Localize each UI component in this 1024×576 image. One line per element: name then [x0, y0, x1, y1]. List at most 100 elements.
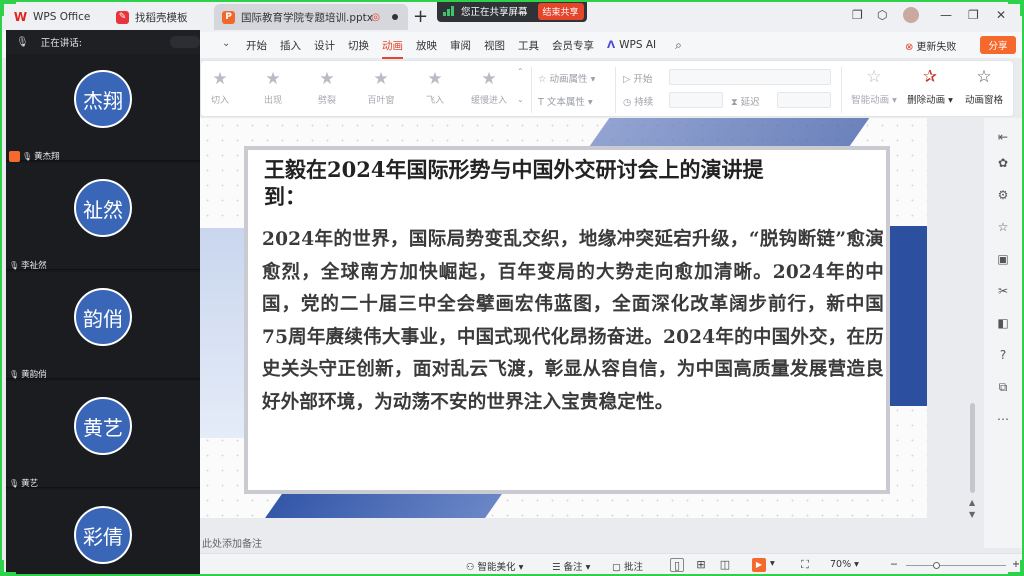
start-select[interactable] — [669, 69, 831, 85]
notes-button[interactable]: ☰ 备注 ▾ — [552, 559, 590, 573]
stop-share-button[interactable]: 结束共享 — [537, 2, 584, 20]
chevron-down-icon[interactable]: ⌄ — [222, 38, 230, 49]
anim-props-button[interactable]: ☆ 动画属性 ▾ — [538, 71, 595, 85]
scroll-up-icon[interactable]: ▲ — [969, 498, 975, 507]
menu-slideshow[interactable]: 放映 — [416, 38, 437, 53]
unsaved-icon: ◎ — [371, 11, 380, 23]
anim-cut-in[interactable]: ★ 切入 — [195, 69, 245, 106]
restore-icon[interactable]: ❐ — [968, 8, 979, 22]
play-slideshow-icon[interactable]: ▶ — [752, 558, 766, 572]
beautify-label: 智能美化 — [477, 562, 516, 573]
anim-fly-in[interactable]: ★ 飞入 — [410, 69, 460, 106]
play-circle-icon: ▷ — [623, 74, 631, 85]
normal-view-icon[interactable]: ▯ — [670, 558, 684, 572]
share-button[interactable]: 分享 — [980, 36, 1016, 54]
slide[interactable]: 王毅在2024年国际形势与中国外交研讨会上的演讲提到： 2024年的世界，国际局… — [200, 118, 927, 518]
menu-animation[interactable]: 动画 — [382, 38, 403, 59]
tab-wps-office[interactable]: W WPS Office — [6, 4, 106, 30]
reading-view-icon[interactable]: ◫ — [718, 558, 732, 572]
notes-icon: ☰ — [552, 562, 564, 573]
participant-tile[interactable]: 杰翔 🎙 黄杰翔 — [6, 54, 200, 162]
collapse-panel-icon[interactable]: ⇤ — [994, 128, 1012, 146]
scroll-thumb[interactable] — [970, 403, 975, 493]
anim-split[interactable]: ★ 劈裂 — [302, 69, 352, 106]
duration-label-text: 持续 — [634, 97, 654, 108]
scroll-down-icon[interactable]: ▼ — [969, 510, 975, 519]
tab-presentation[interactable]: P 国际教育学院专题培训.pptx ◎ — [214, 4, 408, 30]
duration-label: ◷ 持续 — [623, 94, 653, 108]
participant-tile[interactable]: 祉然 🎙 李祉然 — [6, 163, 200, 272]
tab-docer-templates[interactable]: ✎ 找稻壳模板 — [108, 4, 212, 30]
sync-status[interactable]: ⊗ 更新失败 — [905, 38, 956, 53]
anim-blinds[interactable]: ★ 百叶窗 — [356, 69, 406, 106]
comment-button[interactable]: ▢ 批注 — [612, 559, 643, 573]
participant-avatar: 彩倩 — [74, 506, 132, 564]
image-icon[interactable]: ▣ — [994, 250, 1012, 268]
menu-view[interactable]: 视图 — [484, 38, 505, 53]
user-avatar[interactable] — [903, 7, 919, 23]
participant-tile[interactable]: 彩倩 — [6, 490, 200, 576]
menu-home[interactable]: 开始 — [246, 38, 267, 53]
participant-tile[interactable]: 韵俏 🎙 黄韵俏 — [6, 272, 200, 381]
wps-ai-button[interactable]: ᐱ WPS AI — [607, 39, 656, 51]
animation-pane-button[interactable]: ☆ 动画窗格 — [953, 67, 1015, 106]
search-icon[interactable]: ⌕ — [675, 38, 682, 53]
slide-text-box[interactable]: 王毅在2024年国际形势与中国外交研讨会上的演讲提到： 2024年的世界，国际局… — [244, 146, 890, 494]
zoom-slider[interactable] — [906, 562, 1006, 569]
divider — [841, 67, 842, 113]
star-icon: ★ — [427, 69, 443, 89]
package-icon[interactable]: ⬡ — [877, 8, 887, 22]
participant-name: 🎙 黄韵俏 — [9, 368, 47, 381]
anim-appear[interactable]: ★ 出现 — [248, 69, 298, 106]
chevron-down-icon[interactable]: ▾ — [770, 558, 775, 569]
slide-sorter-icon[interactable]: ⊞ — [694, 558, 708, 572]
slide-title[interactable]: 王毅在2024年国际形势与中国外交研讨会上的演讲提到： — [264, 156, 784, 210]
gallery-scroll-up-icon[interactable]: ⌃ — [517, 67, 524, 76]
menu-insert[interactable]: 插入 — [280, 38, 301, 53]
star-icon: ★ — [373, 69, 389, 89]
participant-tile[interactable]: 黄艺 🎙 黄艺 — [6, 381, 200, 489]
copy-icon[interactable]: ⧉ — [994, 378, 1012, 396]
close-icon[interactable]: ✕ — [996, 8, 1006, 22]
shapes-icon[interactable]: ✿ — [994, 154, 1012, 172]
smart-animation-button[interactable]: ☆ 智能动画 ▾ — [843, 67, 905, 106]
participant-name: 🎙 李祉然 — [9, 259, 47, 272]
delete-animation-button[interactable]: ✰ 删除动画 ▾ — [899, 67, 961, 106]
smart-beautify-button[interactable]: ⚇ 智能美化 ▾ — [466, 559, 523, 573]
gallery-scroll-down-icon[interactable]: ⌄ — [517, 95, 524, 104]
window-layout-icon[interactable]: ❐ — [852, 8, 863, 22]
sync-error-icon: ⊗ — [905, 42, 914, 53]
microphone-icon[interactable]: 🎙 — [16, 37, 29, 48]
share-frame-corner — [0, 0, 16, 16]
menu-transition[interactable]: 切换 — [348, 38, 369, 53]
menu-tools[interactable]: 工具 — [518, 38, 539, 53]
menu-review[interactable]: 审阅 — [450, 38, 471, 53]
book-icon[interactable]: ◧ — [994, 314, 1012, 332]
signal-icon — [443, 6, 455, 16]
properties-icon[interactable]: ⚙ — [994, 186, 1012, 204]
tools-icon[interactable]: ✂ — [994, 282, 1012, 300]
right-tool-rail: ⇤ ✿ ⚙ ☆ ▣ ✂ ◧ ? ⧉ ⋯ — [984, 118, 1024, 548]
fit-window-icon[interactable]: ⛶ — [798, 558, 812, 572]
comment-label: 批注 — [624, 562, 644, 573]
star-icon[interactable]: ☆ — [994, 218, 1012, 236]
more-icon[interactable]: ⋯ — [994, 410, 1012, 428]
menu-design[interactable]: 设计 — [314, 38, 335, 53]
vertical-scrollbar[interactable]: ▲ ▼ — [968, 118, 978, 528]
menu-member[interactable]: 会员专享 — [552, 38, 594, 53]
duration-input[interactable] — [669, 92, 723, 108]
zoom-level[interactable]: 70% ▾ — [830, 559, 859, 570]
anim-slow-in[interactable]: ★ 缓慢进入 — [464, 69, 514, 106]
zoom-slider-knob[interactable] — [933, 562, 940, 569]
text-props-button[interactable]: T 文本属性 ▾ — [538, 94, 593, 108]
new-tab-button[interactable]: + — [413, 6, 428, 27]
share-status-text: 您正在共享屏幕 — [461, 7, 528, 18]
notes-placeholder[interactable]: 此处添加备注 — [202, 535, 262, 550]
slide-body[interactable]: 2024年的世界，国际局势变乱交织，地缘冲突延宕升级，“脱钩断链”愈演愈烈，全球… — [262, 224, 884, 420]
help-icon[interactable]: ? — [994, 346, 1012, 364]
minimize-icon[interactable]: — — [940, 8, 952, 22]
tab-modified-dot[interactable] — [392, 14, 398, 20]
star-icon: ★ — [319, 69, 335, 89]
delay-input[interactable] — [777, 92, 831, 108]
zoom-out-icon[interactable]: − — [890, 559, 898, 570]
